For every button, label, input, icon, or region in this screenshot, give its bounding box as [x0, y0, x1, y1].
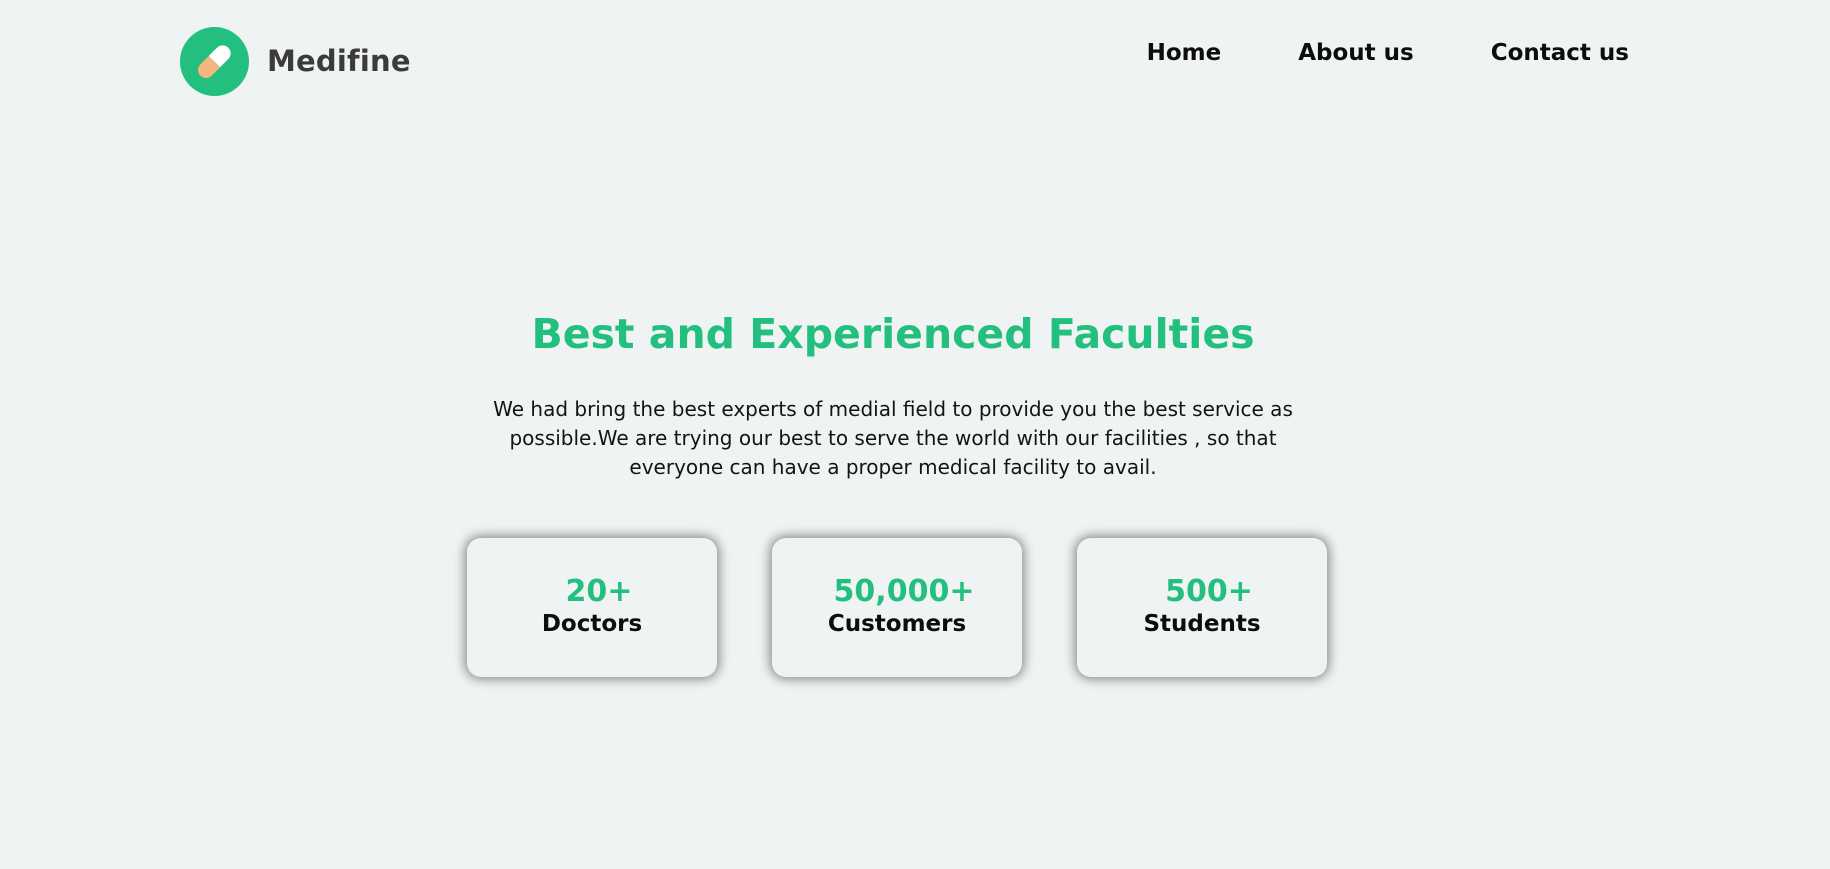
stat-value: 500+ — [1165, 574, 1253, 610]
site-header: Medifine Home About us Contact us — [0, 0, 1830, 120]
main-nav: Home About us Contact us — [1147, 40, 1629, 68]
brand-logo[interactable]: Medifine — [180, 27, 411, 96]
stat-label: Students — [1143, 610, 1261, 637]
stat-card-customers: 50,000+ Customers — [772, 538, 1022, 677]
nav-about-link[interactable]: About us — [1298, 40, 1414, 68]
stat-value: 20+ — [565, 574, 633, 610]
stat-label: Doctors — [541, 610, 643, 637]
nav-contact-link[interactable]: Contact us — [1491, 40, 1629, 68]
hero-description: We had bring the best experts of medial … — [493, 397, 1293, 480]
stat-card-students: 500+ Students — [1077, 538, 1327, 677]
pill-icon — [180, 27, 249, 96]
stats-section: 20+ Doctors 50,000+ Customers 500+ Stude… — [467, 538, 1327, 677]
hero-section: Best and Experienced Faculties We had br… — [0, 310, 1786, 482]
brand-name: Medifine — [267, 44, 411, 78]
hero-title: Best and Experienced Faculties — [531, 310, 1255, 358]
stat-card-doctors: 20+ Doctors — [467, 538, 717, 677]
nav-home-link[interactable]: Home — [1147, 40, 1222, 68]
stat-value: 50,000+ — [833, 574, 975, 610]
stat-label: Customers — [827, 610, 967, 637]
